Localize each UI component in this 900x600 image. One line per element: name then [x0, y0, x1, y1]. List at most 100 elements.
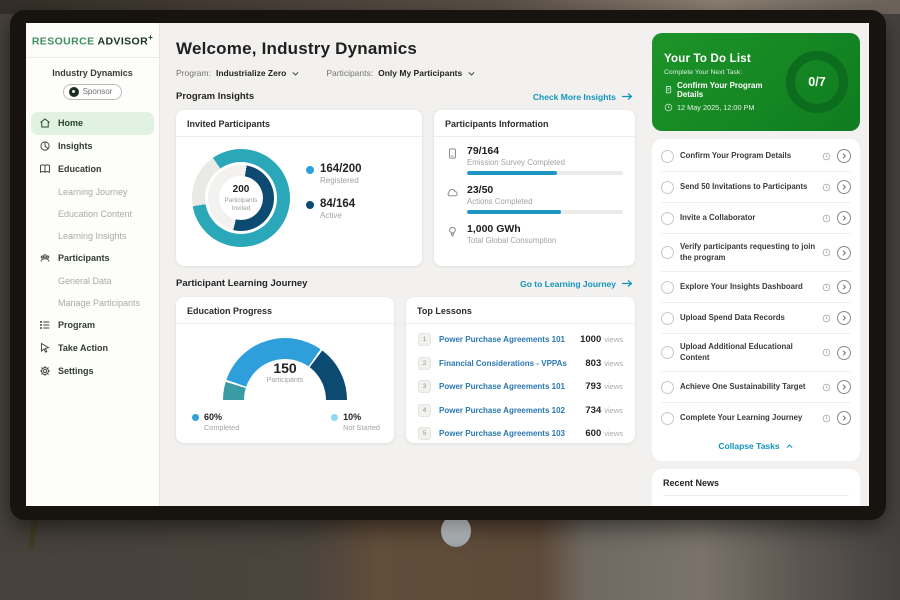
- arrow-right-icon: [621, 279, 633, 288]
- go-to-learning-journey-link[interactable]: Go to Learning Journey: [520, 279, 633, 289]
- survey-icon: [446, 147, 459, 160]
- active-legend-dot: [306, 201, 314, 209]
- not-started-pct: 10%: [343, 412, 380, 422]
- education-progress-gauge-chart: 150 Participants: [223, 338, 347, 402]
- sidebar-item-home[interactable]: Home: [31, 112, 154, 135]
- task-go-button[interactable]: [837, 380, 851, 394]
- go-to-learning-journey-label: Go to Learning Journey: [520, 279, 616, 289]
- lesson-link[interactable]: Power Purchase Agreements 103: [439, 429, 577, 438]
- task-go-button[interactable]: [837, 280, 851, 294]
- task-label: Confirm Your Program Details: [680, 151, 816, 162]
- sponsor-badge: Sponsor: [63, 84, 123, 100]
- task-checkbox[interactable]: [661, 246, 674, 259]
- task-checkbox[interactable]: [661, 281, 674, 294]
- registered-value: 164/200: [320, 163, 362, 175]
- page-title: Welcome, Industry Dynamics: [176, 39, 635, 59]
- collapse-tasks-link[interactable]: Collapse Tasks: [661, 433, 851, 457]
- task-label: Verify participants requesting to join t…: [680, 242, 816, 263]
- stat-label: Emission Survey Completed: [467, 158, 623, 167]
- task-label: Upload Additional Educational Content: [680, 342, 816, 363]
- task-go-button[interactable]: [837, 411, 851, 425]
- stat-value: 79/164: [467, 145, 623, 157]
- sidebar-item-program[interactable]: Program: [31, 314, 154, 337]
- lesson-link[interactable]: Power Purchase Agreements 102: [439, 406, 577, 415]
- task-row-complete-your-learning-journey: Complete Your Learning Journey: [661, 403, 851, 433]
- sidebar-item-insights[interactable]: Insights: [31, 135, 154, 158]
- task-go-button[interactable]: [837, 149, 851, 163]
- task-go-button[interactable]: [837, 311, 851, 325]
- sidebar-item-learning-insights[interactable]: Learning Insights: [31, 225, 154, 247]
- clock-icon: [664, 103, 673, 112]
- todo-panel: Your To Do List Complete Your Next Task:…: [647, 23, 869, 506]
- actions-icon: [446, 186, 459, 199]
- sidebar-item-label: Learning Journey: [58, 187, 128, 197]
- invited-participants-donut-chart: 200 Participants Invited: [192, 149, 290, 247]
- logo-advisor: ADVISOR: [97, 36, 148, 48]
- task-checkbox[interactable]: [661, 312, 674, 325]
- sidebar-item-label: Take Action: [58, 343, 108, 353]
- sidebar-item-label: Education Content: [58, 209, 132, 219]
- stat-row-emission-survey-completed: 79/164Emission Survey Completed: [446, 145, 623, 175]
- sidebar-item-settings[interactable]: Settings: [31, 360, 154, 383]
- task-list-card: Confirm Your Program Details Send 50 Inv…: [652, 139, 860, 461]
- program-dropdown[interactable]: Program: Industrialize Zero: [176, 68, 300, 78]
- sidebar-item-education-content[interactable]: Education Content: [31, 203, 154, 225]
- task-label: Send 50 Invitations to Participants: [680, 182, 816, 193]
- education-progress-card: Education Progress 150 Participants: [176, 297, 394, 443]
- todo-progress-value: 0/7: [808, 75, 825, 89]
- task-checkbox[interactable]: [661, 412, 674, 425]
- task-row-explore-your-insights-dashboard: Explore Your Insights Dashboard: [661, 272, 851, 303]
- recent-news-card: Recent News: [652, 469, 860, 506]
- lesson-link[interactable]: Power Purchase Agreements 101: [439, 382, 577, 391]
- task-row-send-50-invitations-to-participants: Send 50 Invitations to Participants: [661, 172, 851, 203]
- sidebar-item-participants[interactable]: Participants: [31, 247, 154, 270]
- task-label: Invite a Collaborator: [680, 213, 816, 224]
- lesson-link[interactable]: Power Purchase Agreements 101: [439, 335, 572, 344]
- participants-icon: [39, 252, 51, 264]
- check-more-insights-link[interactable]: Check More Insights: [533, 92, 633, 102]
- gauge-center-value: 150: [223, 360, 347, 376]
- completed-legend-dot: [192, 414, 199, 421]
- chevron-up-icon: [785, 442, 794, 451]
- task-checkbox[interactable]: [661, 381, 674, 394]
- donut-legend: 164/200 Registered 84/164 Active: [306, 163, 362, 233]
- lesson-views: 734views: [585, 405, 623, 416]
- sidebar-item-manage-participants[interactable]: Manage Participants: [31, 292, 154, 314]
- task-row-verify-participants-requesting-to-join-the-program: Verify participants requesting to join t…: [661, 234, 851, 272]
- task-checkbox[interactable]: [661, 181, 674, 194]
- sidebar-nav: HomeInsightsEducation Learning Journey Edu…: [26, 110, 159, 383]
- task-checkbox[interactable]: [661, 346, 674, 359]
- lesson-rank: 2: [418, 357, 431, 370]
- sidebar-item-general-data[interactable]: General Data: [31, 270, 154, 292]
- lesson-row: 2 Financial Considerations - VPPAs 803view…: [418, 352, 623, 376]
- lesson-rank: 3: [418, 380, 431, 393]
- task-label: Complete Your Learning Journey: [680, 413, 816, 424]
- recent-news-title: Recent News: [663, 478, 849, 496]
- sidebar-item-learning-journey[interactable]: Learning Journey: [31, 181, 154, 203]
- lesson-views: 803views: [585, 358, 623, 369]
- task-go-button[interactable]: [837, 346, 851, 360]
- task-row-upload-spend-data-records: Upload Spend Data Records: [661, 303, 851, 334]
- sidebar-item-label: Participants: [58, 253, 110, 263]
- task-checkbox[interactable]: [661, 212, 674, 225]
- insights-icon: [39, 140, 51, 152]
- education-icon: [39, 163, 51, 175]
- task-go-button[interactable]: [837, 246, 851, 260]
- sidebar-item-education[interactable]: Education: [31, 158, 154, 181]
- task-label: Explore Your Insights Dashboard: [680, 282, 816, 293]
- app-logo: RESOURCE ADVISOR+: [26, 33, 159, 58]
- task-checkbox[interactable]: [661, 150, 674, 163]
- dashboard-screen: RESOURCE ADVISOR+ Industry Dynamics Spon…: [26, 23, 869, 506]
- lesson-link[interactable]: Financial Considerations - VPPAs: [439, 359, 577, 368]
- active-label: Active: [320, 211, 355, 220]
- participants-dropdown[interactable]: Participants: Only My Participants: [326, 68, 476, 78]
- task-go-button[interactable]: [837, 180, 851, 194]
- sidebar-item-take-action[interactable]: Take Action: [31, 337, 154, 360]
- task-go-button[interactable]: [837, 211, 851, 225]
- program-insights-title: Program Insights: [176, 91, 254, 102]
- lesson-rank: 5: [418, 427, 431, 440]
- plant-leaf: [28, 519, 38, 550]
- participants-label: Participants:: [326, 68, 373, 78]
- take-action-icon: [39, 342, 51, 354]
- lesson-views: 600views: [585, 428, 623, 439]
